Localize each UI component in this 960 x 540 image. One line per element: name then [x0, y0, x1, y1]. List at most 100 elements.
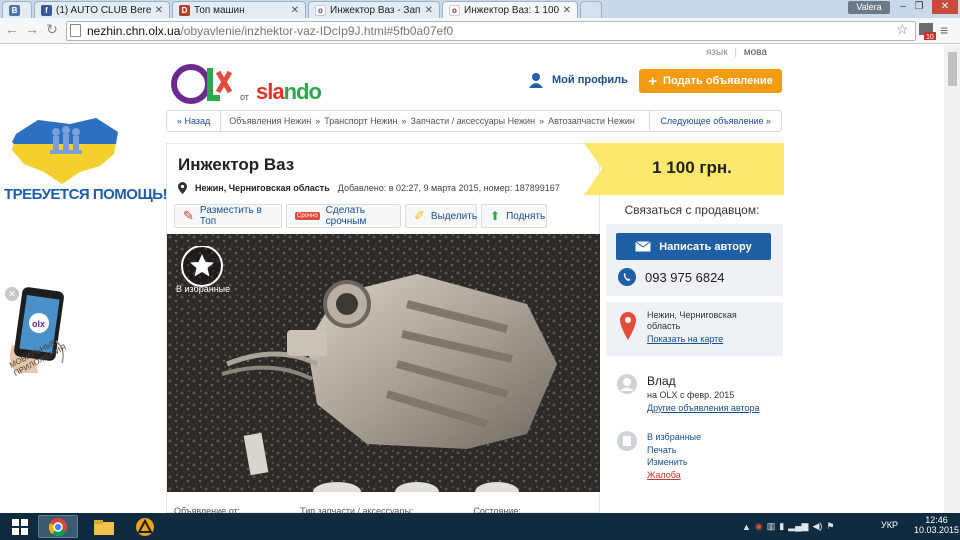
language-switcher[interactable]: язык | мова [706, 47, 767, 58]
ad-title: Инжектор Ваз [178, 155, 295, 174]
clock-time: 12:46 [925, 515, 948, 525]
close-icon[interactable]: ✕ [155, 5, 163, 16]
help-needed-text[interactable]: ТРЕБУЕТСЯ ПОМОЩЬ! [4, 186, 168, 203]
tab-vk[interactable]: B [2, 1, 32, 18]
d-icon: D [179, 4, 190, 16]
signal-icon[interactable]: ▂▄▆ [788, 521, 808, 532]
ukraine-help-banner[interactable] [10, 114, 122, 188]
battery-icon[interactable]: ▮ [779, 521, 784, 532]
my-profile-link[interactable]: Мой профиль [528, 72, 628, 88]
chrome-tray-icon[interactable]: ◉ [755, 521, 763, 532]
price: 1 100 грн. [652, 158, 732, 177]
tray-arrow-icon[interactable]: ▲ [742, 522, 751, 532]
back-arrow-icon[interactable]: ← [4, 21, 20, 37]
olx-logo[interactable] [170, 58, 233, 108]
bookmark-star-icon[interactable]: ☆ [896, 21, 909, 38]
restore-icon[interactable]: ❐ [908, 0, 930, 14]
ad-actions-list: В избранные Печать Изменить Жалоба [647, 431, 701, 481]
window-close-icon[interactable]: ✕ [932, 0, 958, 14]
clock-date: 10.03.2015 [914, 525, 960, 535]
tab-injector-active[interactable]: o Инжектор Ваз: 1 100 грн. ✕ [442, 1, 578, 18]
lang-ua-link[interactable]: мова [744, 47, 767, 58]
keyboard-language[interactable]: УКР [881, 520, 898, 530]
tab-top-mashin[interactable]: D Топ машин ✕ [172, 1, 306, 18]
ad-meta: Добавлено: в 02:27, 9 марта 2015, номер:… [337, 183, 560, 193]
star-icon [181, 245, 223, 287]
show-on-map-link[interactable]: Показать на карте [647, 334, 723, 344]
close-icon[interactable]: ✕ [563, 5, 571, 16]
user-icon [529, 73, 543, 88]
raise-button[interactable]: ⬆ Поднять [481, 204, 547, 228]
promote-top-button[interactable]: ✎ Разместить в Топ [174, 204, 282, 228]
slando-logo[interactable]: slando [256, 79, 322, 105]
raise-label: Поднять [506, 210, 546, 222]
tab-title: Топ машин [194, 4, 245, 16]
facebook-icon: f [41, 4, 52, 16]
next-ad-link[interactable]: Следующее объявление » [649, 111, 781, 131]
promote-top-label: Разместить в Топ [199, 205, 262, 227]
tab-title: (1) AUTO CLUB Beregszász [56, 4, 151, 16]
write-author-button[interactable]: Написать автору [616, 233, 771, 260]
vk-icon: B [9, 4, 20, 16]
close-icon[interactable]: ✕ [425, 5, 433, 16]
breadcrumb-item[interactable]: Транспорт Нежин [324, 116, 397, 126]
pencil-icon: ✎ [183, 208, 194, 223]
phone-number: 093 975 6824 [645, 269, 725, 285]
network-tray-icon[interactable]: ▥ [767, 521, 776, 532]
tab-injector-parts[interactable]: o Инжектор Ваз - Запчасти ✕ [308, 1, 440, 18]
highlighter-icon: ✐ [414, 208, 425, 223]
scrollbar-thumb[interactable] [948, 52, 957, 86]
back-link[interactable]: « Назад [167, 111, 222, 131]
lang-label: язык [706, 47, 728, 58]
envelope-icon [635, 241, 652, 252]
new-tab-button[interactable] [580, 1, 602, 18]
reload-icon[interactable]: ↻ [44, 21, 60, 38]
start-icon[interactable] [4, 515, 36, 538]
volume-icon[interactable]: ◀) [812, 521, 822, 532]
menu-icon[interactable]: ≡ [940, 22, 948, 38]
location-pin-icon [178, 182, 187, 194]
browser-user-badge[interactable]: Valera [848, 1, 890, 14]
breadcrumb-item[interactable]: Запчасти / аксессуары Нежин [411, 116, 536, 126]
phone-icon [618, 268, 636, 286]
seller-other-ads-link[interactable]: Другие объявления автора [647, 403, 760, 413]
breadcrumb-separator: » [315, 116, 321, 126]
clock[interactable]: 12:46 10.03.2015 [914, 515, 959, 535]
address-bar[interactable]: nezhin.chn.olx.ua/obyavlenie/inzhektor-v… [66, 21, 916, 41]
chrome-taskbar-icon[interactable] [38, 515, 78, 538]
highlight-button[interactable]: ✐ Выделить [405, 204, 477, 228]
ad-location[interactable]: Нежин, Черниговская область [195, 183, 330, 193]
breadcrumb-item[interactable]: Объявления Нежин [229, 116, 311, 126]
add-favorite-link[interactable]: В избранные [647, 431, 701, 444]
system-tray: ▲ ◉ ▥ ▮ ▂▄▆ ◀) ⚑ [742, 515, 834, 538]
ad-location-row: Нежин, Черниговская область Добавлено: в… [178, 182, 560, 194]
add-to-favorites-overlay[interactable]: В избранные [174, 245, 230, 296]
svg-text:10: 10 [926, 34, 934, 40]
extension-icon[interactable]: 10 [918, 22, 936, 41]
breadcrumb-item[interactable]: Автозапчасти Нежин [548, 116, 635, 126]
urgent-badge: Срочно [295, 212, 320, 220]
page-scrollbar[interactable] [944, 45, 960, 513]
page-icon [70, 24, 81, 37]
avatar [617, 374, 637, 394]
make-urgent-button[interactable]: Срочно Сделать срочным [286, 204, 401, 228]
seller-since: на OLX с февр. 2015 [647, 390, 735, 400]
print-link[interactable]: Печать [647, 444, 701, 457]
url-host: nezhin.chn.olx.ua [87, 24, 181, 38]
flag-icon[interactable]: ⚑ [826, 521, 834, 532]
complaint-link[interactable]: Жалоба [647, 469, 701, 482]
post-ad-button[interactable]: + Подать объявление [639, 69, 782, 93]
breadcrumb: « Назад Объявления Нежин » Транспорт Неж… [166, 110, 782, 132]
plus-icon: + [648, 72, 658, 90]
close-icon[interactable]: ✕ [291, 5, 299, 16]
phone-row[interactable]: 093 975 6824 [618, 268, 725, 286]
raise-icon: ⬆ [490, 209, 501, 223]
map-location: Нежин, Черниговская область [647, 310, 737, 331]
injector-manifold-photo [167, 234, 600, 492]
edit-link[interactable]: Изменить [647, 456, 701, 469]
forward-arrow-icon[interactable]: → [24, 21, 40, 37]
app-taskbar-icon[interactable] [130, 515, 160, 538]
tab-auto-club[interactable]: f (1) AUTO CLUB Beregszász ✕ [34, 1, 170, 18]
explorer-taskbar-icon[interactable] [86, 515, 122, 538]
ad-photo[interactable] [167, 234, 600, 492]
